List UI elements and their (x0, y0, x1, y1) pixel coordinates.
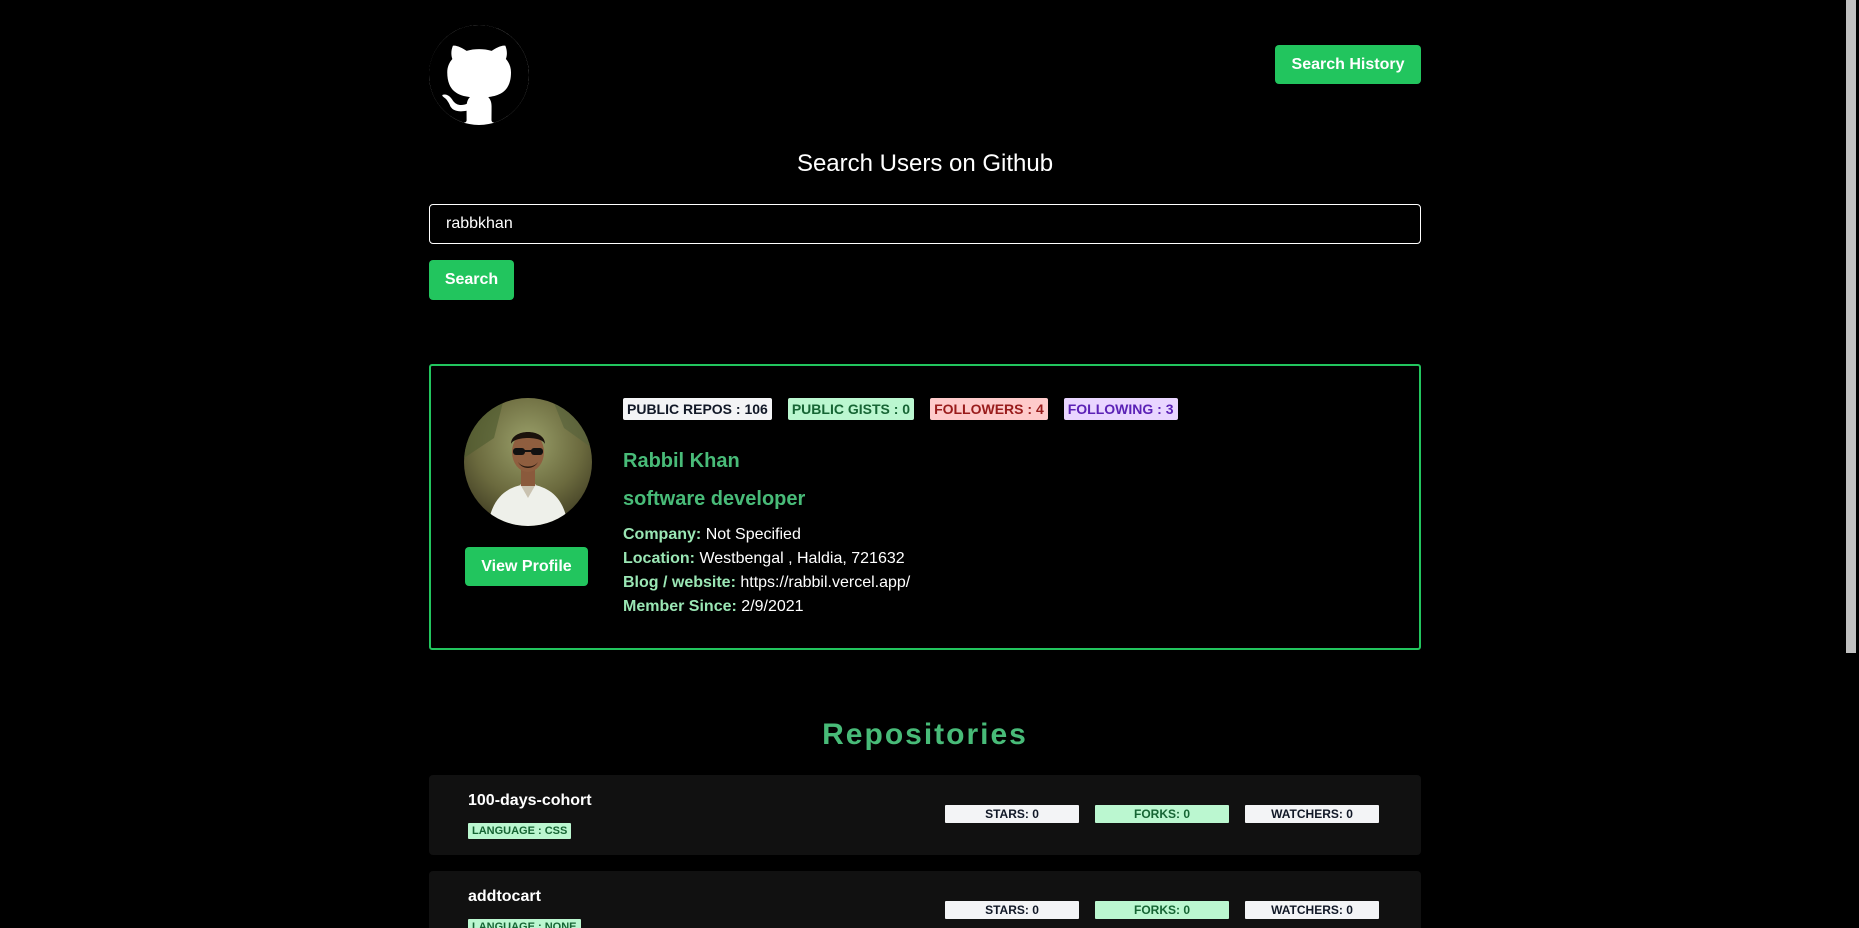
repo-stars-badge: STARS: 0 (945, 805, 1079, 823)
repo-card[interactable]: 100-days-cohort LANGUAGE : CSS STARS: 0 … (429, 775, 1421, 855)
search-button[interactable]: Search (429, 260, 514, 300)
repo-card[interactable]: addtocart LANGUAGE : NONE STARS: 0 FORKS… (429, 871, 1421, 928)
repo-name[interactable]: 100-days-cohort (468, 792, 592, 810)
company-label: Company: (623, 526, 702, 543)
profile-stats: PUBLIC REPOS : 106 PUBLIC GISTS : 0 FOLL… (623, 398, 1178, 420)
following-badge: FOLLOWING : 3 (1063, 398, 1178, 420)
profile-name: Rabbil Khan (623, 450, 740, 472)
profile-info: Company: Not Specified Location: Westben… (623, 523, 910, 619)
page: Search History Search Users on Github Se… (0, 0, 1841, 928)
blog-value: https://rabbil.vercel.app/ (740, 574, 911, 591)
followers-badge: FOLLOWERS : 4 (930, 398, 1048, 420)
scrollbar-thumb[interactable] (1846, 0, 1856, 653)
search-history-button[interactable]: Search History (1275, 45, 1421, 84)
location-row: Location: Westbengal , Haldia, 721632 (623, 547, 910, 571)
public-repos-badge: PUBLIC REPOS : 106 (623, 398, 772, 420)
search-input[interactable] (429, 204, 1421, 244)
repo-name[interactable]: addtocart (468, 888, 541, 906)
blog-label: Blog / website: (623, 574, 736, 591)
blog-row: Blog / website: https://rabbil.vercel.ap… (623, 571, 910, 595)
repo-forks-badge: FORKS: 0 (1095, 805, 1229, 823)
repo-language-badge: LANGUAGE : NONE (468, 919, 581, 928)
repositories-heading: Repositories (822, 718, 1028, 751)
location-value: Westbengal , Haldia, 721632 (699, 550, 905, 567)
company-value: Not Specified (705, 526, 801, 543)
repo-watchers-badge: WATCHERS: 0 (1245, 901, 1379, 919)
profile-card: View Profile PUBLIC REPOS : 106 PUBLIC G… (429, 364, 1421, 650)
profile-bio: software developer (623, 488, 806, 510)
member-since-value: 2/9/2021 (741, 598, 804, 615)
page-title: Search Users on Github (796, 150, 1054, 177)
repo-forks-badge: FORKS: 0 (1095, 901, 1229, 919)
public-gists-badge: PUBLIC GISTS : 0 (787, 398, 915, 420)
avatar (464, 398, 592, 526)
github-logo-icon (429, 25, 529, 125)
vertical-scrollbar[interactable] (1841, 0, 1859, 928)
view-profile-button[interactable]: View Profile (465, 547, 588, 586)
member-since-label: Member Since: (623, 598, 737, 615)
location-label: Location: (623, 550, 695, 567)
company-row: Company: Not Specified (623, 523, 910, 547)
repo-watchers-badge: WATCHERS: 0 (1245, 805, 1379, 823)
repo-stars-badge: STARS: 0 (945, 901, 1079, 919)
member-since-row: Member Since: 2/9/2021 (623, 595, 910, 619)
repo-language-badge: LANGUAGE : CSS (468, 823, 572, 839)
